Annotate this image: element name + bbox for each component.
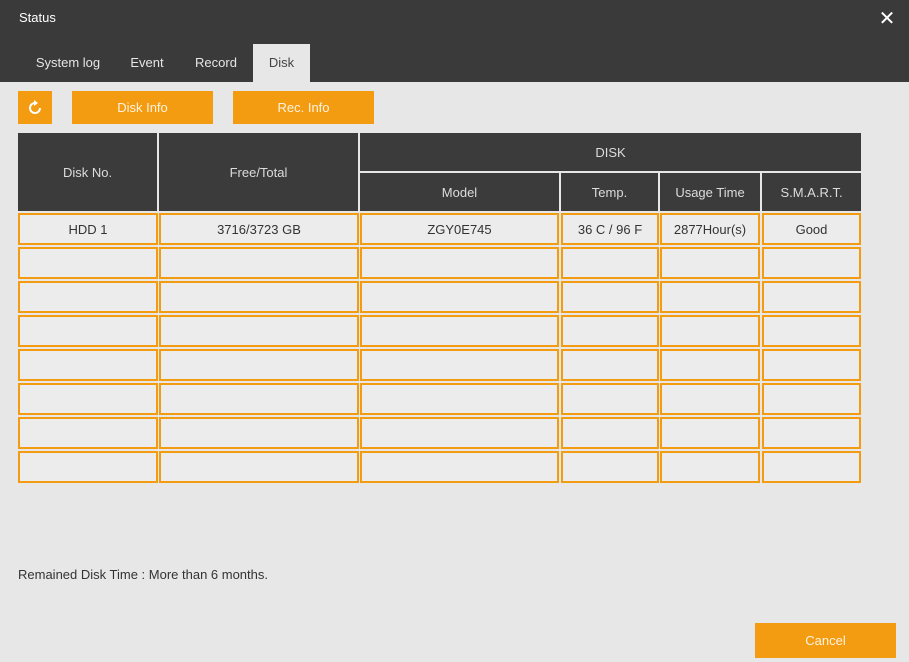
cell-disk-no bbox=[18, 383, 158, 415]
title-bar: Status ✕ System log Event Record Disk bbox=[0, 0, 909, 82]
header-temp-label: Temp. bbox=[591, 184, 628, 200]
cell-model bbox=[360, 315, 559, 347]
cancel-button[interactable]: Cancel bbox=[755, 623, 896, 658]
cell-disk-no bbox=[18, 417, 158, 449]
header-disk-group: DISK bbox=[360, 133, 861, 171]
cell-smart bbox=[762, 315, 861, 347]
header-model-label: Model bbox=[441, 184, 478, 200]
cell-free-total bbox=[159, 417, 359, 449]
cell-disk-no bbox=[18, 451, 158, 483]
cell-smart bbox=[762, 247, 861, 279]
header-free-total: Free/Total bbox=[159, 133, 358, 211]
cell-temp bbox=[561, 383, 659, 415]
tab-record[interactable]: Record bbox=[184, 44, 248, 82]
header-smart: S.M.A.R.T. bbox=[762, 173, 861, 211]
cell-smart bbox=[762, 349, 861, 381]
cell-free-total bbox=[159, 247, 359, 279]
cell-smart: Good bbox=[762, 213, 861, 245]
cell-temp bbox=[561, 281, 659, 313]
header-smart-label: S.M.A.R.T. bbox=[780, 184, 843, 200]
cell-free-total: 3716/3723 GB bbox=[159, 213, 359, 245]
disk-info-button[interactable]: Disk Info bbox=[72, 91, 213, 124]
cell-disk-no: HDD 1 bbox=[18, 213, 158, 245]
cell-smart bbox=[762, 383, 861, 415]
cell-temp bbox=[561, 315, 659, 347]
window-title: Status bbox=[19, 10, 56, 25]
cell-temp bbox=[561, 247, 659, 279]
cell-usage-time bbox=[660, 383, 760, 415]
cell-disk-no bbox=[18, 281, 158, 313]
cell-usage-time bbox=[660, 247, 760, 279]
tab-event[interactable]: Event bbox=[120, 44, 174, 82]
cell-free-total bbox=[159, 281, 359, 313]
cell-smart bbox=[762, 451, 861, 483]
cell-temp bbox=[561, 349, 659, 381]
cell-temp bbox=[561, 417, 659, 449]
header-temp: Temp. bbox=[561, 173, 658, 211]
header-disk-no-label: Disk No. bbox=[62, 164, 113, 180]
cell-usage-time bbox=[660, 417, 760, 449]
cell-model bbox=[360, 247, 559, 279]
cell-temp bbox=[561, 451, 659, 483]
rec-info-button[interactable]: Rec. Info bbox=[233, 91, 374, 124]
cell-model: ZGY0E745 bbox=[360, 213, 559, 245]
cell-disk-no bbox=[18, 349, 158, 381]
header-disk-no: Disk No. bbox=[18, 133, 157, 211]
header-free-total-label: Free/Total bbox=[229, 164, 288, 180]
remained-disk-time: Remained Disk Time : More than 6 months. bbox=[18, 567, 268, 582]
cell-free-total bbox=[159, 451, 359, 483]
header-usage-time: Usage Time bbox=[660, 173, 760, 211]
cell-free-total bbox=[159, 315, 359, 347]
cell-disk-no bbox=[18, 315, 158, 347]
cell-usage-time bbox=[660, 349, 760, 381]
header-model: Model bbox=[360, 173, 559, 211]
cell-usage-time bbox=[660, 315, 760, 347]
cell-free-total bbox=[159, 383, 359, 415]
tab-system-log[interactable]: System log bbox=[26, 44, 110, 82]
header-disk-group-label: DISK bbox=[595, 144, 626, 160]
cell-usage-time bbox=[660, 281, 760, 313]
cell-smart bbox=[762, 281, 861, 313]
cell-free-total bbox=[159, 349, 359, 381]
cell-model bbox=[360, 451, 559, 483]
cell-usage-time bbox=[660, 451, 760, 483]
cell-temp: 36 C / 96 F bbox=[561, 213, 659, 245]
cell-model bbox=[360, 281, 559, 313]
header-usage-time-label: Usage Time bbox=[675, 184, 745, 200]
cell-model bbox=[360, 417, 559, 449]
cell-model bbox=[360, 383, 559, 415]
refresh-icon bbox=[29, 100, 41, 114]
tab-disk[interactable]: Disk bbox=[253, 44, 310, 82]
cell-smart bbox=[762, 417, 861, 449]
cell-model bbox=[360, 349, 559, 381]
cell-usage-time: 2877Hour(s) bbox=[660, 213, 760, 245]
refresh-button[interactable] bbox=[18, 91, 52, 124]
cell-disk-no bbox=[18, 247, 158, 279]
close-icon[interactable]: ✕ bbox=[876, 8, 898, 30]
